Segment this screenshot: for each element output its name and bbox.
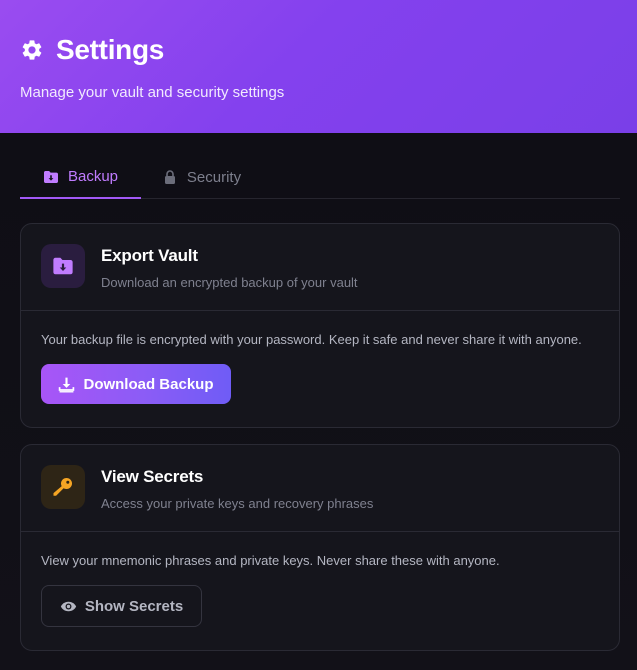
page-subtitle: Manage your vault and security settings: [20, 84, 285, 101]
view-secrets-title: View Secrets: [101, 467, 204, 486]
tab-backup[interactable]: Backup: [20, 156, 141, 199]
view-secrets-icon-box: [41, 465, 85, 509]
export-vault-icon-box: [41, 244, 85, 288]
title-row: Settings: [20, 34, 617, 66]
export-vault-card: Export Vault Download an encrypted backu…: [20, 223, 620, 428]
view-secrets-info: View your mnemonic phrases and private k…: [41, 553, 500, 568]
tab-security[interactable]: Security: [141, 156, 262, 198]
download-icon: [58, 376, 75, 393]
download-backup-button[interactable]: Download Backup: [41, 364, 231, 404]
tab-backup-label: Backup: [67, 168, 119, 185]
gear-icon: [20, 38, 44, 62]
folder-download-icon: [43, 169, 59, 185]
export-vault-title: Export Vault: [101, 246, 198, 265]
view-secrets-header: View Secrets Access your private keys an…: [21, 445, 619, 532]
key-icon: [51, 475, 75, 499]
lock-icon: [162, 169, 178, 185]
view-secrets-body: View your mnemonic phrases and private k…: [21, 532, 619, 627]
view-secrets-description: Access your private keys and recovery ph…: [101, 496, 374, 511]
eye-icon: [60, 598, 77, 615]
show-secrets-button[interactable]: Show Secrets: [41, 585, 202, 627]
export-vault-info: Your backup file is encrypted with your …: [41, 332, 582, 347]
download-backup-label: Download Backup: [83, 375, 214, 393]
tab-security-label: Security: [186, 168, 242, 186]
page-title: Settings: [56, 34, 165, 65]
settings-tabs: Backup Security: [20, 156, 620, 199]
export-vault-description: Download an encrypted backup of your vau…: [101, 275, 358, 290]
page-header: Settings Manage your vault and security …: [0, 0, 637, 133]
view-secrets-card: View Secrets Access your private keys an…: [20, 444, 620, 651]
folder-download-icon: [52, 255, 74, 277]
show-secrets-label: Show Secrets: [84, 597, 184, 615]
export-vault-body: Your backup file is encrypted with your …: [21, 311, 619, 404]
export-vault-header: Export Vault Download an encrypted backu…: [21, 224, 619, 311]
